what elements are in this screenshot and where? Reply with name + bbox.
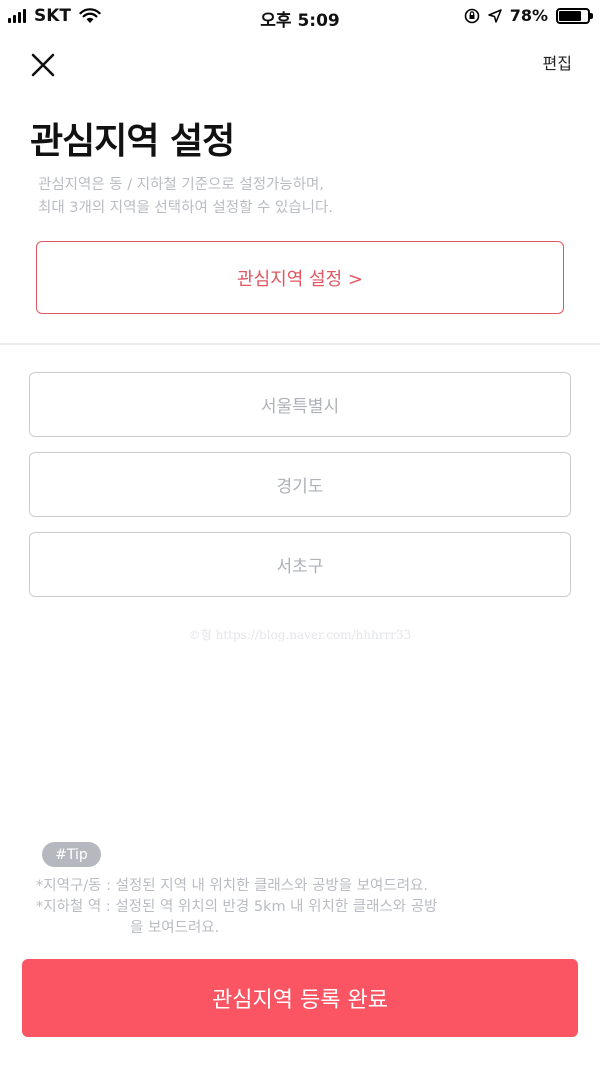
orientation-lock-icon	[464, 8, 480, 23]
tip-text: *지역구/동 : 설정된 지역 내 위치한 클래스와 공방을 보여드려요. *지…	[36, 876, 437, 939]
region-item-seoul[interactable]: 서울특별시	[29, 372, 571, 437]
tip-line-2: *지하철 역 : 설정된 역 위치의 반경 5km 내 위치한 클래스와 공방	[36, 899, 438, 915]
tip-badge: #Tip	[42, 842, 101, 867]
page-description: 관심지역은 동 / 지하철 기준으로 설정가능하며, 최대 3개의 지역을 선택…	[38, 174, 333, 220]
edit-button[interactable]: 편집	[543, 50, 572, 74]
page-title: 관심지역 설정	[30, 121, 235, 162]
region-setting-button[interactable]: 관심지역 설정 >	[36, 241, 564, 314]
battery-percent: 78%	[509, 6, 548, 25]
tip-line-1: *지역구/동 : 설정된 지역 내 위치한 클래스와 공방을 보여드려요.	[36, 878, 429, 894]
region-item-seocho[interactable]: 서초구	[29, 532, 571, 597]
battery-level	[559, 10, 581, 21]
description-line-2: 최대 3개의 지역을 선택하여 설정할 수 있습니다.	[38, 200, 333, 216]
location-arrow-icon	[487, 8, 502, 23]
close-icon[interactable]	[28, 50, 58, 80]
tip-line-3: 을 보여드려요.	[130, 920, 220, 936]
region-item-gyeonggi[interactable]: 경기도	[29, 452, 571, 517]
region-list: 서울특별시 경기도 서초구	[29, 372, 571, 612]
section-divider	[0, 343, 600, 345]
battery-icon	[556, 7, 593, 24]
description-line-1: 관심지역은 동 / 지하철 기준으로 설정가능하며,	[38, 177, 324, 193]
register-complete-button[interactable]: 관심지역 등록 완료	[22, 959, 578, 1037]
status-bar: SKT 오후 5:09 78%	[0, 0, 600, 34]
watermark: ©형 https://blog.naver.com/hhhrrr33	[188, 628, 412, 642]
status-right: 78%	[464, 6, 593, 25]
